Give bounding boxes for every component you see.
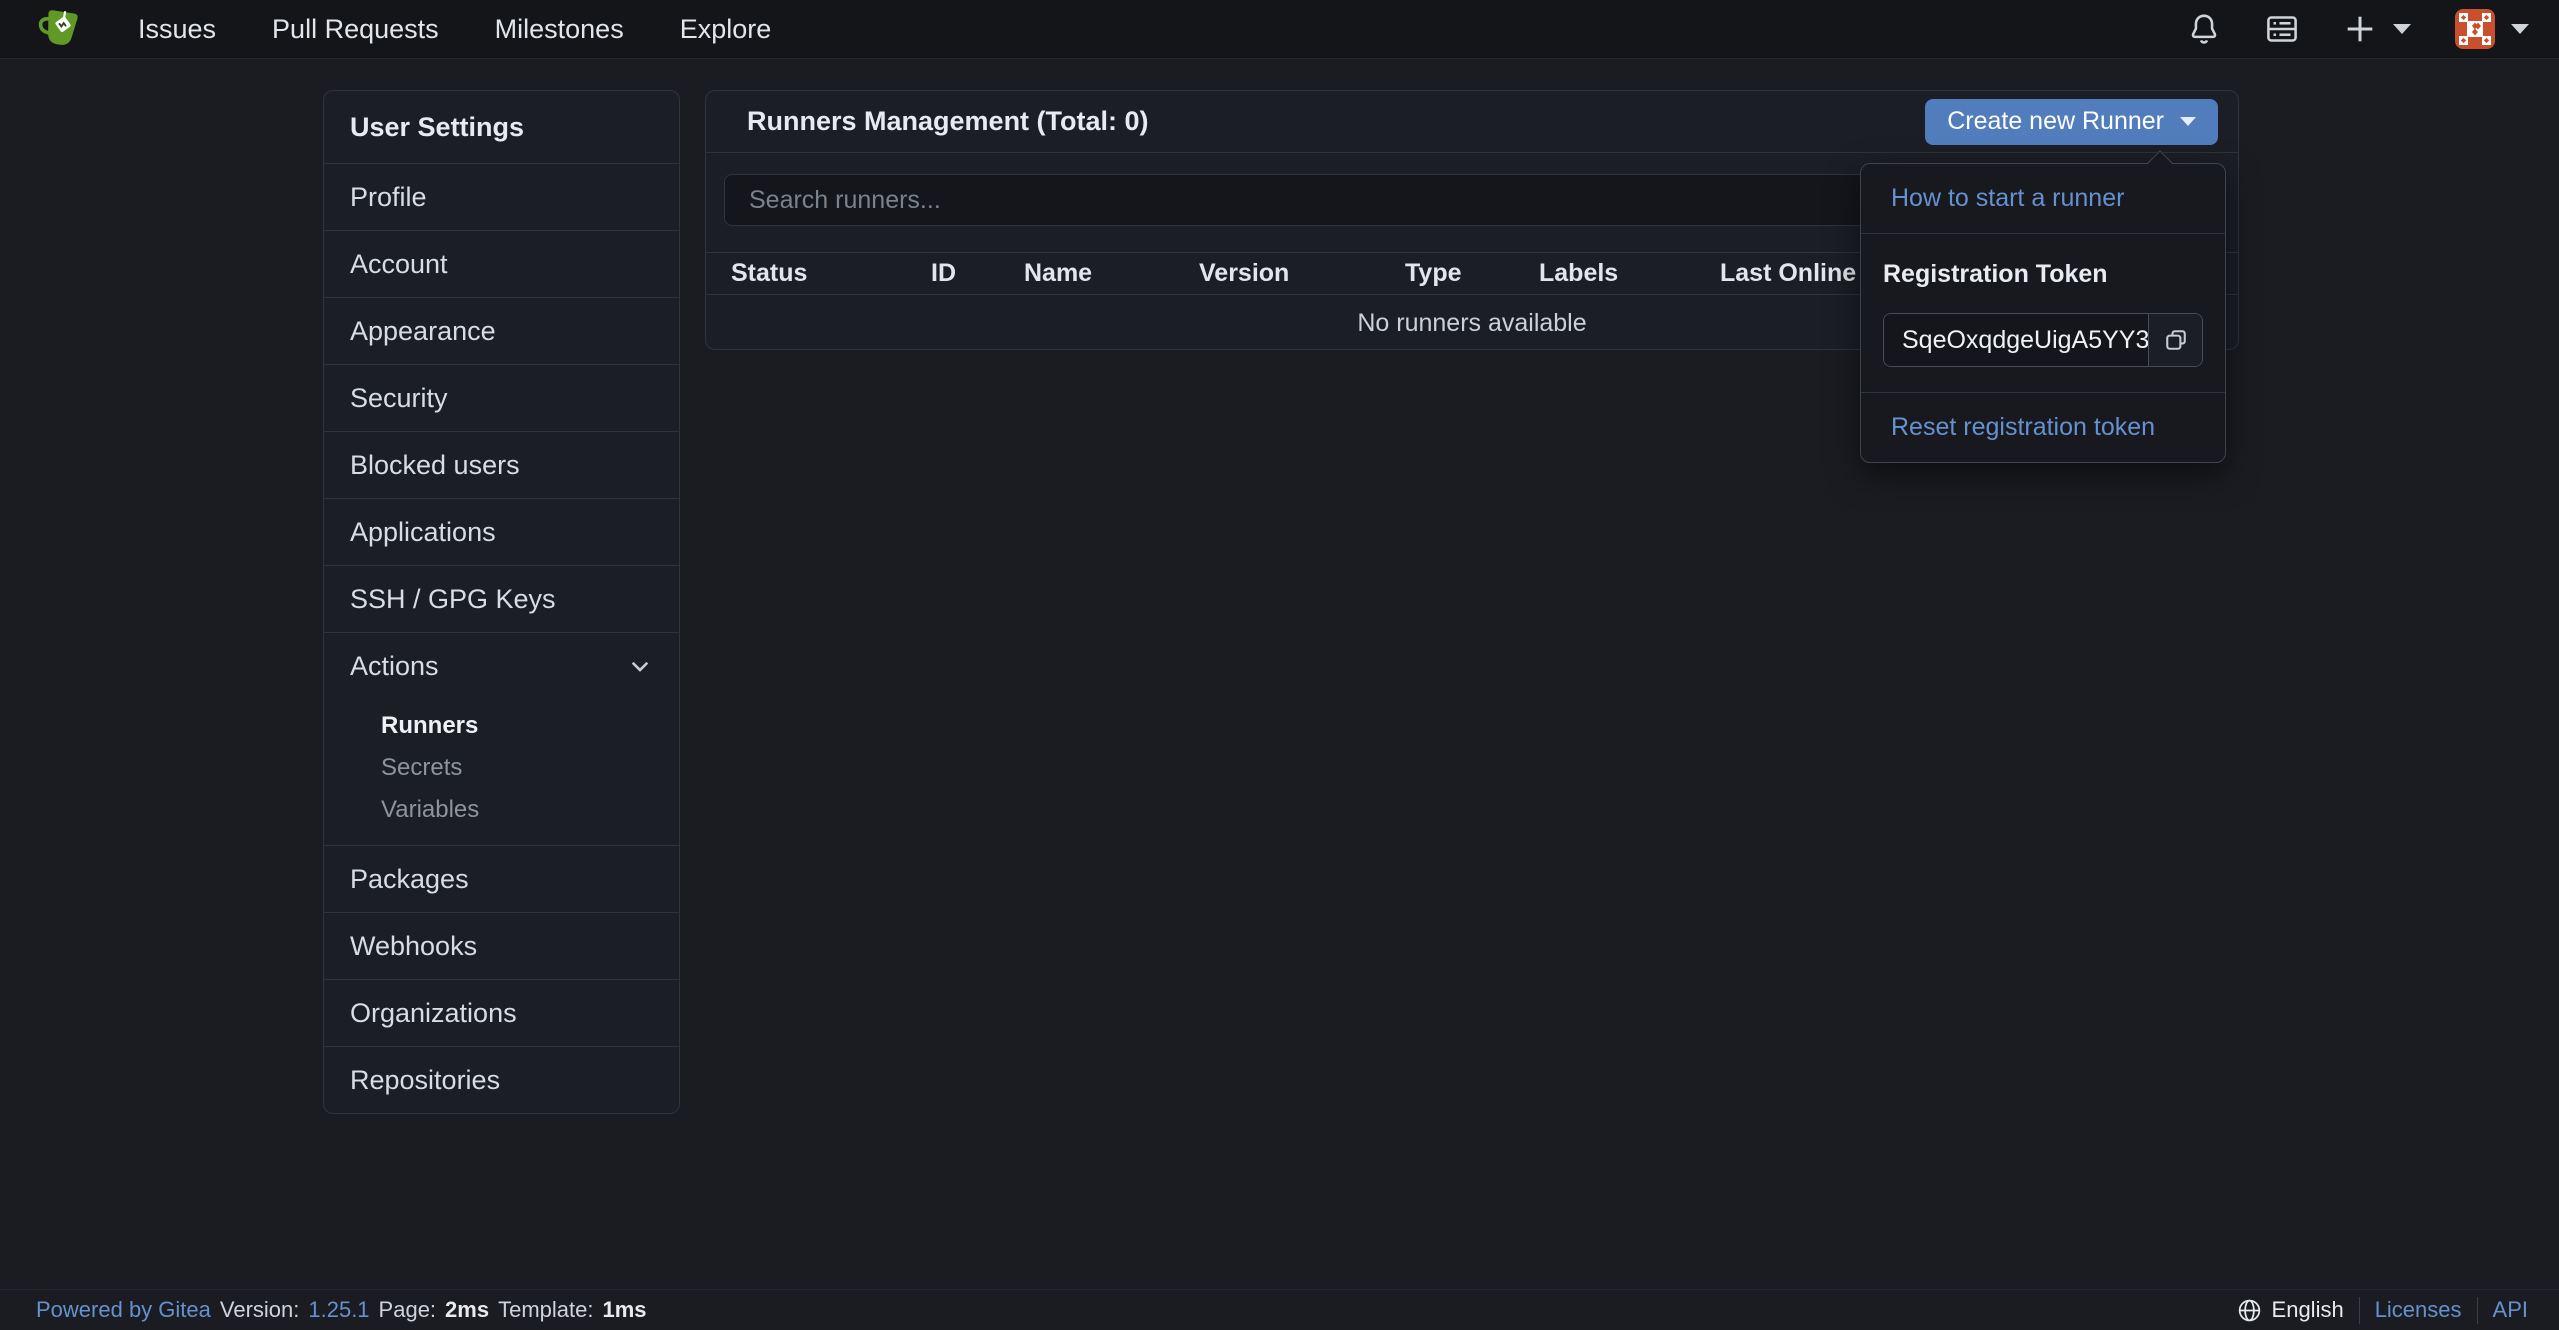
sidebar-item-packages[interactable]: Packages bbox=[324, 845, 679, 912]
nav-link-pull-requests[interactable]: Pull Requests bbox=[272, 14, 439, 45]
registration-token-value[interactable]: SqeOxqdgeUigA5YY3W0C bbox=[1884, 314, 2148, 366]
sidebar-title: User Settings bbox=[324, 91, 679, 163]
notifications-bell-icon[interactable] bbox=[2187, 12, 2221, 46]
user-menu[interactable] bbox=[2455, 9, 2529, 49]
col-version: Version bbox=[1174, 253, 1380, 295]
chevron-down-icon bbox=[2180, 117, 2196, 126]
language-label: English bbox=[2272, 1297, 2344, 1323]
sidebar-item-organizations[interactable]: Organizations bbox=[324, 979, 679, 1046]
sidebar-item-blocked-users[interactable]: Blocked users bbox=[324, 431, 679, 498]
sidebar-subitem-secrets[interactable]: Secrets bbox=[324, 747, 679, 789]
runners-panel-header: Runners Management (Total: 0) Create new… bbox=[706, 91, 2238, 153]
copy-icon bbox=[2162, 326, 2190, 354]
sidebar-actions-label: Actions bbox=[350, 651, 439, 682]
template-time-value: 1ms bbox=[602, 1297, 646, 1323]
settings-sidebar: User Settings Profile Account Appearance… bbox=[323, 90, 680, 1114]
create-new-runner-label: Create new Runner bbox=[1947, 107, 2164, 136]
sidebar-item-security[interactable]: Security bbox=[324, 364, 679, 431]
navbar-right bbox=[2187, 9, 2529, 49]
api-link[interactable]: API bbox=[2493, 1297, 2528, 1323]
sidebar-item-appearance[interactable]: Appearance bbox=[324, 297, 679, 364]
create-menu[interactable] bbox=[2343, 12, 2411, 46]
reset-registration-token-link[interactable]: Reset registration token bbox=[1861, 393, 2225, 462]
version-label: Version: bbox=[220, 1297, 300, 1323]
registration-token-section: Registration Token SqeOxqdgeUigA5YY3W0C bbox=[1861, 234, 2225, 392]
language-menu[interactable]: English bbox=[2237, 1297, 2344, 1323]
sidebar-item-applications[interactable]: Applications bbox=[324, 498, 679, 565]
registration-token-box: SqeOxqdgeUigA5YY3W0C bbox=[1883, 313, 2203, 367]
globe-icon bbox=[2237, 1298, 2262, 1323]
page-time-value: 2ms bbox=[445, 1297, 489, 1323]
plus-icon bbox=[2343, 12, 2377, 46]
footer-right: English Licenses API bbox=[2237, 1297, 2528, 1324]
copy-token-button[interactable] bbox=[2148, 314, 2202, 366]
nav-link-explore[interactable]: Explore bbox=[680, 14, 772, 45]
nav-links: Issues Pull Requests Milestones Explore bbox=[138, 14, 771, 45]
col-type: Type bbox=[1380, 253, 1514, 295]
sidebar-item-ssh-gpg-keys[interactable]: SSH / GPG Keys bbox=[324, 565, 679, 632]
how-to-start-runner-link[interactable]: How to start a runner bbox=[1861, 164, 2225, 233]
chevron-down-icon bbox=[2511, 24, 2529, 34]
footer-left: Powered by Gitea Version: 1.25.1 Page: 2… bbox=[36, 1297, 647, 1323]
create-runner-dropdown: How to start a runner Registration Token… bbox=[1860, 163, 2226, 463]
footer: Powered by Gitea Version: 1.25.1 Page: 2… bbox=[0, 1289, 2559, 1330]
gitea-logo-icon[interactable] bbox=[38, 7, 82, 51]
sidebar-item-account[interactable]: Account bbox=[324, 230, 679, 297]
admin-panel-server-icon[interactable] bbox=[2265, 12, 2299, 46]
registration-token-label: Registration Token bbox=[1883, 260, 2203, 289]
col-status: Status bbox=[706, 253, 906, 295]
sidebar-item-repositories[interactable]: Repositories bbox=[324, 1046, 679, 1113]
powered-by-gitea-link[interactable]: Powered by Gitea bbox=[36, 1297, 211, 1323]
avatar bbox=[2455, 9, 2495, 49]
page-time-label: Page: bbox=[379, 1297, 437, 1323]
sidebar-subitem-variables[interactable]: Variables bbox=[324, 789, 679, 831]
chevron-down-icon bbox=[627, 653, 653, 679]
licenses-link[interactable]: Licenses bbox=[2375, 1297, 2462, 1323]
col-labels: Labels bbox=[1514, 253, 1695, 295]
col-name: Name bbox=[999, 253, 1174, 295]
navbar: Issues Pull Requests Milestones Explore bbox=[0, 0, 2559, 59]
page-title: Runners Management (Total: 0) bbox=[747, 106, 1149, 137]
nav-link-milestones[interactable]: Milestones bbox=[495, 14, 624, 45]
sidebar-subitem-runners[interactable]: Runners bbox=[324, 705, 679, 747]
footer-divider bbox=[2359, 1297, 2360, 1324]
template-time-label: Template: bbox=[498, 1297, 593, 1323]
create-new-runner-button[interactable]: Create new Runner bbox=[1925, 99, 2218, 145]
sidebar-actions-submenu: Runners Secrets Variables bbox=[324, 699, 679, 845]
footer-divider bbox=[2477, 1297, 2478, 1324]
sidebar-item-actions[interactable]: Actions bbox=[324, 632, 679, 699]
sidebar-item-webhooks[interactable]: Webhooks bbox=[324, 912, 679, 979]
chevron-down-icon bbox=[2393, 24, 2411, 34]
col-id: ID bbox=[906, 253, 999, 295]
sidebar-item-profile[interactable]: Profile bbox=[324, 163, 679, 230]
version-link[interactable]: 1.25.1 bbox=[308, 1297, 369, 1323]
nav-link-issues[interactable]: Issues bbox=[138, 14, 216, 45]
